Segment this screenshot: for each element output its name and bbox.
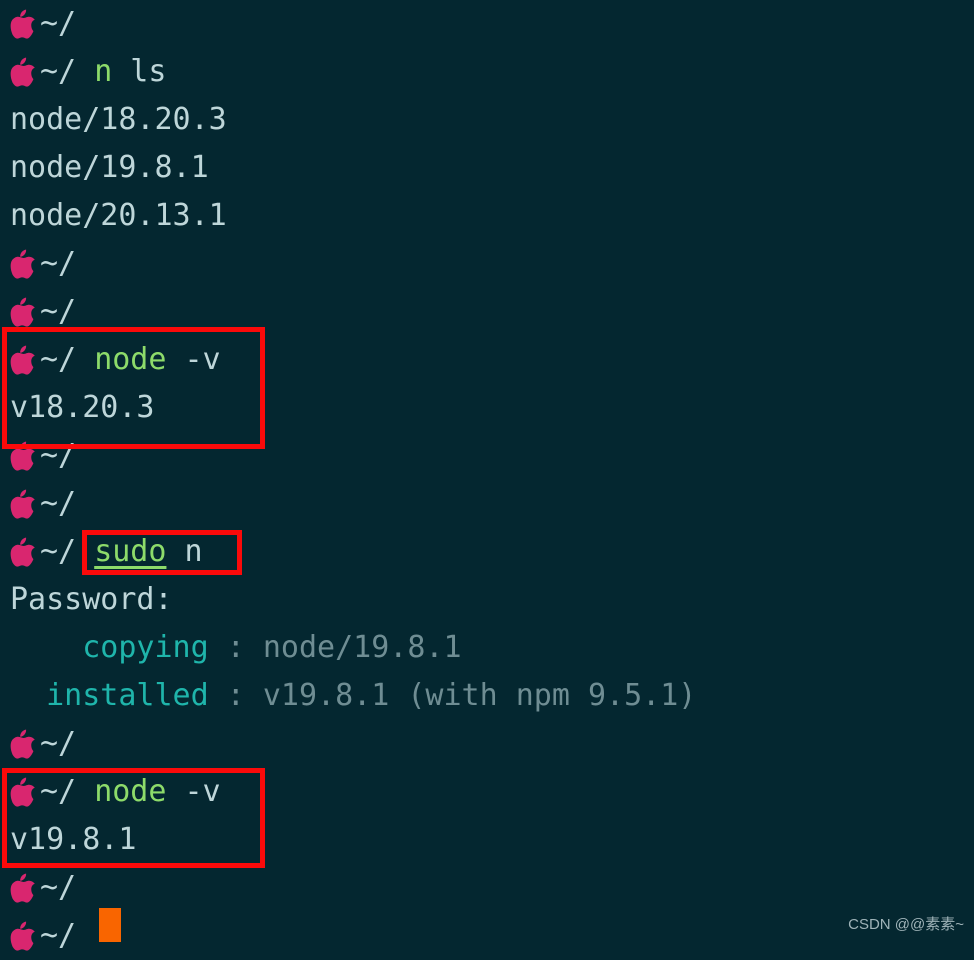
terminal-prompt-line: ~/ (0, 720, 974, 768)
prompt-path: ~/ (40, 438, 77, 473)
output-text: Password: (10, 582, 173, 617)
prompt-path: ~/ (40, 294, 77, 329)
command-arguments: -v (166, 342, 221, 377)
terminal-prompt-line: ~/ n ls (0, 48, 974, 96)
status-indent (10, 678, 46, 713)
terminal-prompt-line: ~/ (0, 864, 974, 912)
status-value: v19.8.1 (with npm 9.5.1) (262, 678, 697, 713)
terminal-prompt-line: ~/ (0, 432, 974, 480)
terminal-prompt-line: ~/ (0, 288, 974, 336)
prompt-path: ~/ (40, 534, 77, 569)
command-arguments: -v (166, 774, 221, 809)
apple-logo-icon (10, 729, 36, 759)
output-text: v19.8.1 (10, 822, 137, 857)
prompt-path: ~/ (40, 774, 77, 809)
apple-logo-icon (10, 57, 36, 87)
apple-logo-icon (10, 537, 36, 567)
terminal-status-line: copying : node/19.8.1 (0, 624, 974, 672)
prompt-path: ~/ (40, 246, 77, 281)
apple-logo-icon (10, 249, 36, 279)
status-indent (10, 630, 82, 665)
terminal-output-line: v19.8.1 (0, 816, 974, 864)
text-cursor (99, 908, 121, 942)
terminal-prompt-line: ~/ (0, 480, 974, 528)
status-separator: : (208, 678, 263, 713)
output-text: node/20.13.1 (10, 198, 227, 233)
terminal-window[interactable]: ~/~/ n ls node/18.20.3 node/19.8.1 node/20.… (0, 0, 974, 953)
terminal-prompt-line: ~/ sudo n (0, 528, 974, 576)
output-text: node/19.8.1 (10, 150, 209, 185)
terminal-status-line: installed : v19.8.1 (with npm 9.5.1) (0, 672, 974, 720)
terminal-output-line: node/18.20.3 (0, 96, 974, 144)
command-keyword: node (94, 774, 167, 809)
apple-logo-icon (10, 777, 36, 807)
command-keyword: sudo (94, 534, 167, 569)
command-keyword: node (94, 342, 167, 377)
apple-logo-icon (10, 873, 36, 903)
prompt-path: ~/ (40, 870, 77, 905)
prompt-path: ~/ (40, 918, 77, 953)
command-arguments: n (166, 534, 203, 569)
command-arguments: ls (112, 54, 167, 89)
prompt-path: ~/ (40, 342, 77, 377)
terminal-prompt-line: ~/ (0, 0, 974, 48)
apple-logo-icon (10, 297, 36, 327)
prompt-path: ~/ (40, 726, 77, 761)
apple-logo-icon (10, 489, 36, 519)
apple-logo-icon (10, 441, 36, 471)
status-label: copying (82, 630, 209, 665)
apple-logo-icon (10, 9, 36, 39)
terminal-prompt-line: ~/ node -v (0, 336, 974, 384)
apple-logo-icon (10, 345, 36, 375)
prompt-path: ~/ (40, 54, 77, 89)
terminal-output-line: v18.20.3 (0, 384, 974, 432)
terminal-output-area[interactable]: ~/~/ n ls node/18.20.3 node/19.8.1 node/20.… (0, 0, 974, 960)
terminal-prompt-line: ~/ (0, 240, 974, 288)
terminal-output-line: node/19.8.1 (0, 144, 974, 192)
status-label: installed (46, 678, 209, 713)
output-text: v18.20.3 (10, 390, 155, 425)
apple-logo-icon (10, 921, 36, 951)
terminal-output-line: Password: (0, 576, 974, 624)
status-value: node/19.8.1 (262, 630, 462, 665)
terminal-prompt-line: ~/ (0, 912, 974, 960)
terminal-prompt-line: ~/ node -v (0, 768, 974, 816)
status-separator: : (208, 630, 263, 665)
terminal-output-line: node/20.13.1 (0, 192, 974, 240)
prompt-path: ~/ (40, 486, 77, 521)
command-keyword: n (94, 54, 113, 89)
prompt-path: ~/ (40, 6, 77, 41)
watermark-text: CSDN @@素素~ (848, 916, 964, 933)
output-text: node/18.20.3 (10, 102, 227, 137)
